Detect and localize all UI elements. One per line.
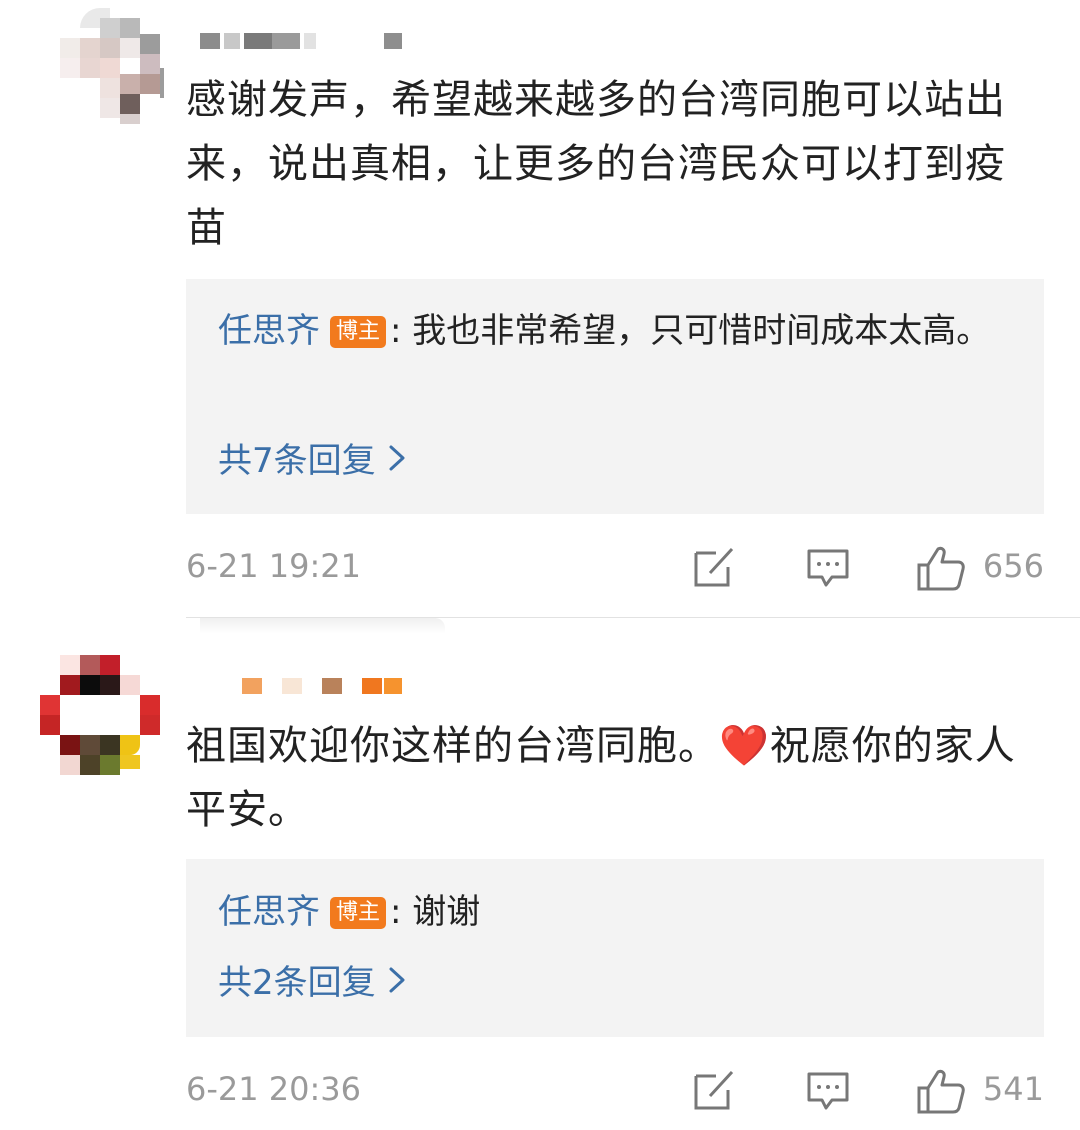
blogger-badge: 博主	[330, 897, 387, 929]
username-blurred[interactable]	[200, 33, 410, 49]
reply-preview: 任思齐 博主: 谢谢	[218, 880, 1018, 944]
reply-box[interactable]: 任思齐 博主: 我也非常希望，只可惜时间成本太高。 共7条回复	[186, 279, 1044, 514]
reply-preview: 任思齐 博主: 我也非常希望，只可惜时间成本太高。	[218, 299, 1018, 363]
comment-meta: 6-21 20:36 541	[186, 1064, 1046, 1114]
comment-text: 感谢发声，希望越来越多的台湾同胞可以站出来，说出真相，让更多的台湾民众可以打到疫…	[186, 77, 1006, 251]
reply-separator: :	[390, 311, 402, 351]
chevron-right-icon	[388, 437, 406, 485]
like-count: 656	[982, 547, 1044, 585]
comment-icon[interactable]	[806, 545, 850, 593]
thumbs-up-icon[interactable]	[916, 1068, 966, 1118]
more-replies-link[interactable]: 共7条回复	[218, 437, 406, 485]
reply-box[interactable]: 任思齐 博主: 谢谢 共2条回复	[186, 859, 1044, 1037]
comment-meta: 6-21 19:21 656	[186, 541, 1046, 591]
comment-icon[interactable]	[806, 1068, 850, 1116]
like-count: 541	[982, 1070, 1044, 1108]
reply-author[interactable]: 任思齐	[218, 892, 320, 932]
username-blurred[interactable]	[242, 678, 412, 694]
chevron-right-icon	[388, 959, 406, 1007]
more-replies-label: 共2条回复	[218, 963, 376, 1003]
reply-text: 我也非常希望，只可惜时间成本太高。	[401, 311, 991, 351]
comment-time: 6-21 19:21	[186, 547, 362, 585]
comment-time: 6-21 20:36	[186, 1070, 362, 1108]
more-replies-label: 共7条回复	[218, 441, 376, 481]
reply-separator: :	[390, 892, 402, 932]
avatar[interactable]	[40, 4, 164, 126]
reply-author[interactable]: 任思齐	[218, 311, 320, 351]
blogger-badge: 博主	[330, 316, 387, 348]
more-replies-link[interactable]: 共2条回复	[218, 959, 406, 1007]
divider-shadow	[200, 618, 445, 634]
comment-text: 祖国欢迎你这样的台湾同胞。❤️祝愿你的家人平安。	[186, 723, 1016, 833]
avatar[interactable]	[40, 655, 162, 777]
share-icon[interactable]	[692, 1068, 736, 1116]
share-icon[interactable]	[692, 545, 736, 593]
reply-text: 谢谢	[401, 892, 481, 932]
thumbs-up-icon[interactable]	[916, 545, 966, 595]
